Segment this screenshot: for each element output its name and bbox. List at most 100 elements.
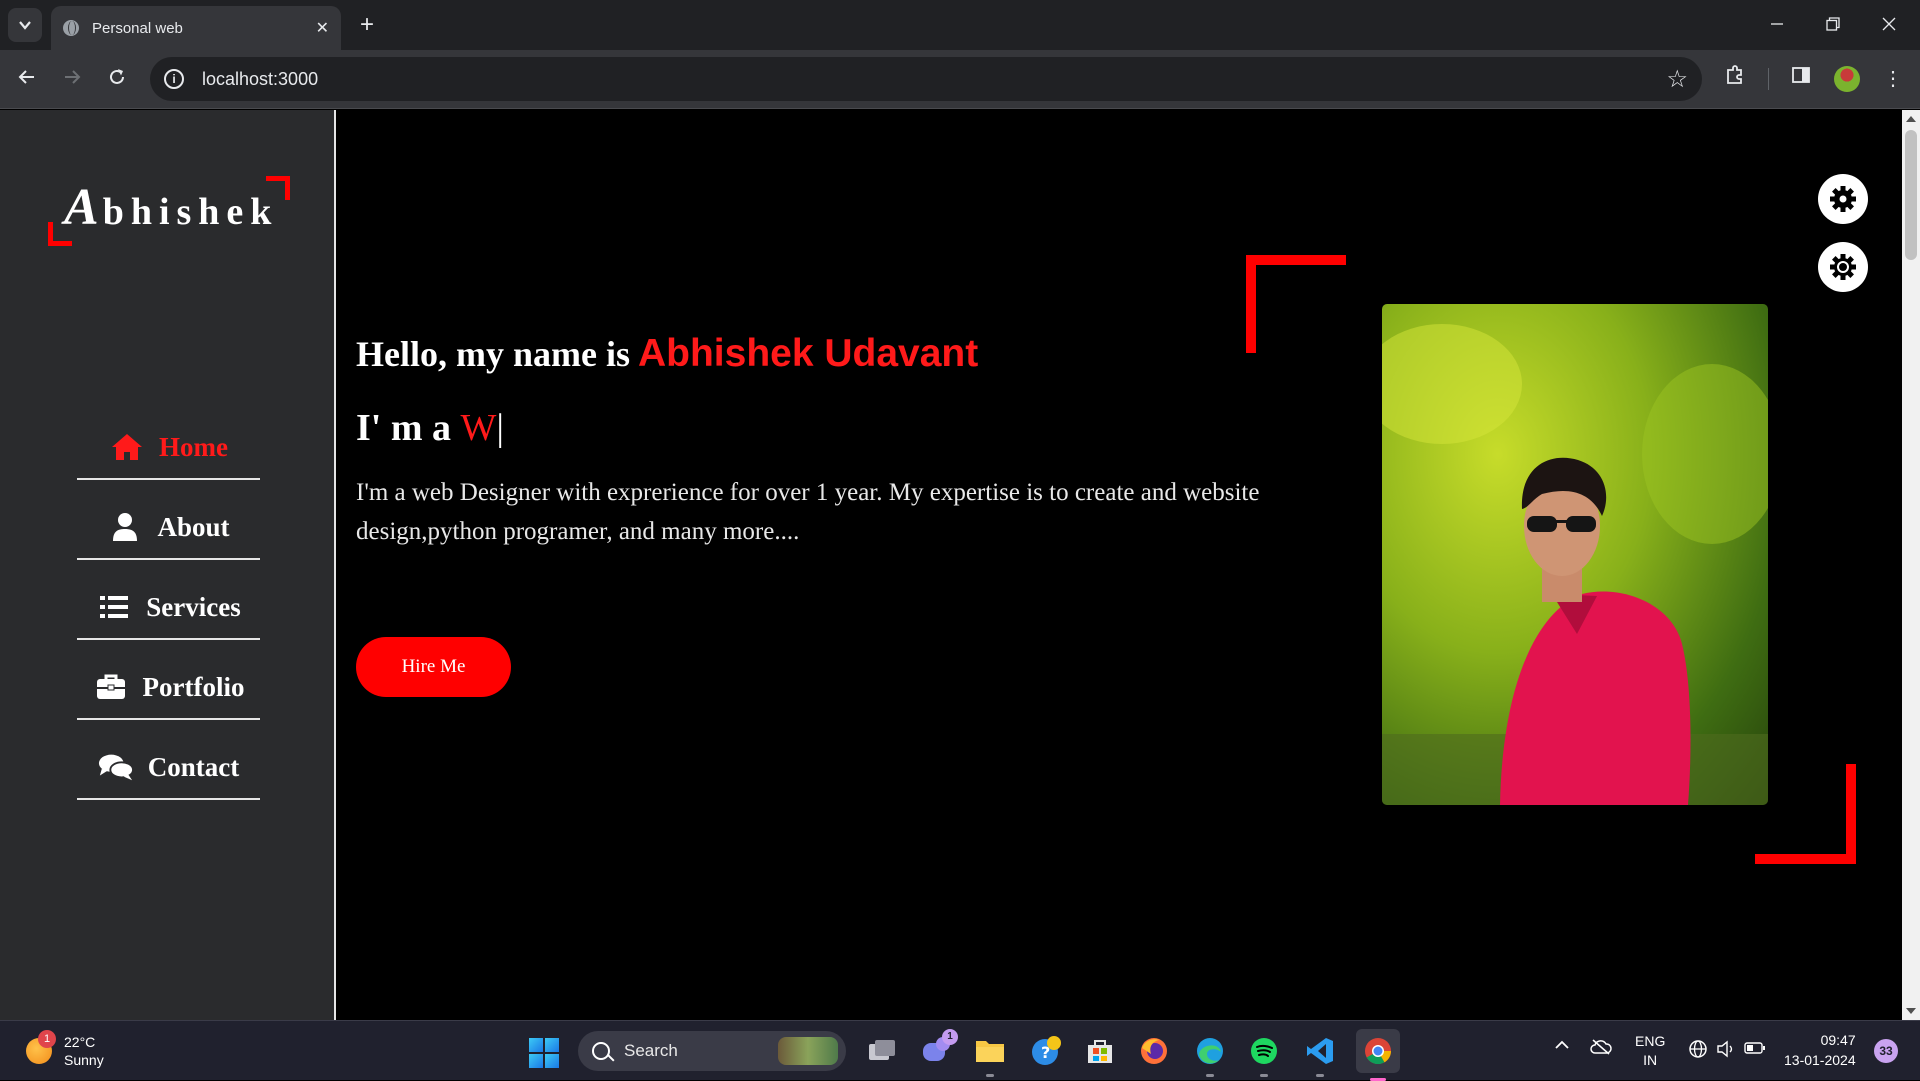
weather-badge: 1 (38, 1030, 56, 1048)
reload-icon (110, 69, 124, 84)
scroll-down-arrow[interactable] (1906, 1008, 1916, 1014)
profile-photo (1382, 304, 1768, 805)
battery-icon[interactable] (1744, 1040, 1766, 1059)
chrome-app[interactable] (1356, 1029, 1400, 1081)
browser-toolbar: i localhost:3000 ☆ ⋮ (0, 50, 1920, 109)
notification-count-badge[interactable]: 33 (1874, 1039, 1898, 1063)
nav-label-about: About (157, 511, 230, 542)
scroll-thumb[interactable] (1905, 130, 1917, 260)
show-hidden-icons[interactable] (1554, 1037, 1570, 1056)
globe-icon (63, 20, 79, 36)
teams-badge: 1 (942, 1029, 958, 1045)
settings-gear-button[interactable] (1818, 174, 1868, 224)
hero-greeting: Hello, my name is Abhishek Udavant (356, 332, 979, 375)
taskbar-search[interactable]: Search (578, 1031, 846, 1071)
tab-search-button[interactable] (8, 8, 42, 42)
minimize-button[interactable] (1750, 8, 1804, 42)
onedrive-icon[interactable] (1590, 1039, 1612, 1058)
browser-tab[interactable]: Personal web ✕ (51, 6, 341, 50)
help-app[interactable]: ? (1028, 1033, 1064, 1069)
system-clock[interactable]: 09:47 13-01-2024 (1784, 1030, 1856, 1070)
language-indicator[interactable]: ENG IN (1635, 1032, 1665, 1070)
extensions-icon[interactable] (1720, 64, 1750, 94)
nav-item-services[interactable]: Services (77, 560, 260, 640)
nav-item-contact[interactable]: Contact (77, 720, 260, 800)
web-page: Abhishek Home About Services Portfolio C… (0, 110, 1920, 1020)
start-tile (545, 1054, 559, 1068)
reload-button[interactable] (100, 62, 134, 96)
kebab-menu-icon[interactable]: ⋮ (1878, 64, 1908, 94)
restore-button[interactable] (1806, 8, 1860, 42)
language-code: ENG (1635, 1033, 1666, 1049)
chrome-icon (1365, 1038, 1392, 1065)
start-tile (529, 1054, 543, 1068)
search-label: Search (624, 1041, 678, 1060)
firefox-icon (1141, 1038, 1167, 1064)
back-button[interactable] (10, 62, 44, 96)
user-icon (107, 511, 143, 543)
nav-item-home[interactable]: Home (77, 400, 260, 480)
new-tab-button[interactable]: + (352, 10, 382, 40)
network-icon[interactable] (1688, 1039, 1708, 1062)
theme-toggle-button[interactable] (1818, 242, 1868, 292)
hire-me-button[interactable]: Hire Me (356, 637, 511, 697)
close-tab-icon[interactable]: ✕ (316, 18, 329, 38)
running-indicator (1206, 1074, 1214, 1077)
volume-icon[interactable] (1716, 1039, 1736, 1062)
hero-role: I' m a W| (356, 407, 504, 449)
weather-widget[interactable]: 1 22°C Sunny (26, 1030, 104, 1069)
scroll-up-arrow[interactable] (1906, 116, 1916, 122)
running-indicator (1260, 1074, 1268, 1077)
vscode-icon (1307, 1038, 1333, 1064)
windows-taskbar: 1 22°C Sunny Search 1 ? ENG IN 09:47 13-… (0, 1020, 1920, 1081)
clock-date: 13-01-2024 (1784, 1052, 1856, 1068)
arrow-left-icon (18, 70, 34, 84)
nav-item-about[interactable]: About (77, 480, 260, 560)
profile-avatar[interactable] (1834, 66, 1860, 92)
search-icon (592, 1042, 610, 1060)
file-explorer-app[interactable] (972, 1033, 1008, 1077)
folder-icon (976, 1041, 1004, 1062)
hero-name: Abhishek Udavant (637, 332, 979, 375)
forward-button[interactable] (55, 62, 89, 96)
firefox-app[interactable] (1136, 1033, 1172, 1069)
running-indicator (986, 1074, 994, 1077)
windows-start-button[interactable] (529, 1038, 559, 1068)
site-logo[interactable]: Abhishek (48, 176, 290, 246)
photo-frame-corner-bottom-right (1755, 764, 1856, 864)
address-bar[interactable]: i localhost:3000 ☆ (150, 57, 1702, 101)
sidebar-nav: Home About Services Portfolio Contact (77, 400, 260, 800)
close-window-button[interactable] (1862, 8, 1916, 42)
page-scrollbar[interactable] (1902, 110, 1920, 1020)
teams-chat-app[interactable]: 1 (918, 1029, 958, 1069)
arrow-right-icon (65, 70, 81, 84)
svg-text:?: ? (1041, 1043, 1050, 1062)
toolbar-divider (1768, 68, 1769, 90)
site-info-icon[interactable]: i (164, 69, 184, 89)
spotify-icon (1251, 1038, 1277, 1064)
start-tile (529, 1038, 543, 1052)
region-code: IN (1643, 1052, 1658, 1068)
microsoft-store-app[interactable] (1082, 1033, 1118, 1069)
typing-cursor: | (496, 407, 504, 449)
nav-label-services: Services (146, 591, 241, 622)
nav-item-portfolio[interactable]: Portfolio (77, 640, 260, 720)
task-view-button[interactable] (864, 1033, 900, 1069)
comments-icon (98, 751, 134, 783)
sidebar: Abhishek Home About Services Portfolio C… (0, 110, 336, 1020)
running-indicator (1316, 1074, 1324, 1077)
tab-title: Personal web (92, 19, 183, 37)
side-panel-icon[interactable] (1786, 64, 1816, 94)
briefcase-icon (93, 671, 129, 703)
nav-label-home: Home (159, 431, 228, 462)
spotify-app[interactable] (1246, 1033, 1282, 1077)
bookmark-star-icon[interactable]: ☆ (1666, 65, 1688, 94)
weather-temp: 22°C (64, 1034, 96, 1050)
vscode-app[interactable] (1302, 1033, 1338, 1077)
edge-app[interactable] (1192, 1033, 1228, 1077)
logo-text: Abhishek (64, 179, 279, 236)
nav-label-contact: Contact (147, 751, 240, 782)
nav-label-portfolio: Portfolio (142, 671, 245, 702)
url-text: localhost:3000 (202, 68, 319, 89)
browser-tab-bar: Personal web ✕ + (0, 0, 1920, 50)
